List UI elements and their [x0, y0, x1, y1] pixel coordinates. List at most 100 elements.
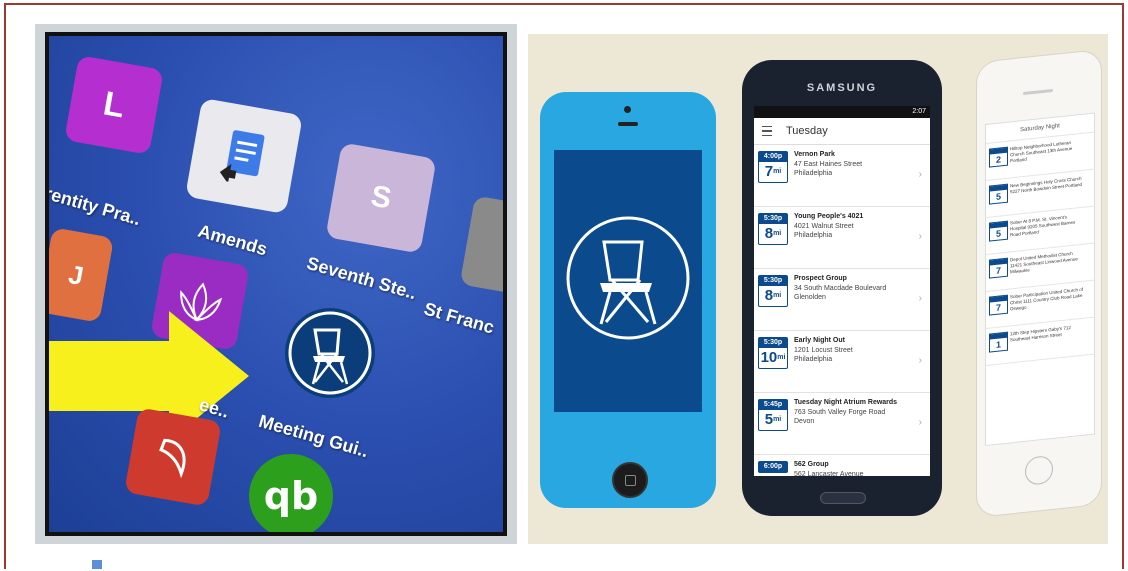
phones-photo: SAMSUNG 2:07 Tuesday 4:00p 7mi Vernon Park… — [528, 34, 1108, 544]
meeting-badge: 2 — [989, 146, 1008, 168]
distance-unit: mi — [777, 354, 786, 361]
document-icon — [219, 130, 265, 184]
meeting-distance: 7 — [995, 265, 1001, 276]
meeting-row[interactable]: 4:00p 7mi Vernon Park 47 East Haines Street… — [754, 145, 930, 207]
meeting-name: Young People's 4021 — [794, 213, 864, 220]
meeting-time: 5:30p — [759, 276, 787, 286]
photo-border: L rentity Pra.. Amends S Seventh Ste.. S… — [45, 32, 507, 536]
iphone-5c — [540, 92, 716, 508]
meeting-distance: 2 — [995, 154, 1001, 165]
tile-letter: S — [368, 179, 394, 216]
meeting-list-screen: 2:07 Tuesday 4:00p 7mi Vernon Park 47 East … — [754, 106, 930, 476]
meeting-city: Devon — [794, 418, 815, 425]
meeting-name: Tuesday Night Atrium Rewards — [794, 399, 898, 406]
meeting-address: 763 South Valley Forge Road — [794, 409, 886, 416]
meeting-details: Depot United Methodist Church 11421 Sout… — [1010, 250, 1078, 275]
distance-value: 5 — [764, 411, 774, 428]
home-button[interactable] — [1025, 454, 1053, 486]
chevron-right-icon: › — [918, 231, 922, 242]
distance-value: 8 — [764, 287, 774, 304]
meeting-address: 34 South Macdade Boulevard — [794, 285, 887, 292]
meeting-row[interactable]: 5:30p 10mi Early Night Out 1201 Locust Stre… — [754, 331, 930, 393]
app-tile-st-francis[interactable] — [459, 195, 503, 295]
app-tile-seventh-step[interactable]: S — [325, 142, 437, 254]
meeting-time: 4:00p — [759, 152, 787, 162]
meeting-badge: 7 — [989, 257, 1008, 279]
meeting-badge: 5 — [989, 183, 1008, 205]
meeting-details: 12th Step Hipsters Gaby's 712 Southeast … — [1010, 325, 1071, 343]
meeting-address: 4021 Walnut Street — [794, 223, 854, 230]
folding-chair-icon — [288, 311, 372, 395]
meeting-city: Philadelphia — [794, 356, 833, 363]
splash-screen — [554, 150, 702, 412]
meeting-distance: 8mi — [759, 224, 787, 244]
app-tile-amends[interactable] — [185, 97, 303, 215]
meeting-details: New Beginnings Holy Cross Church 5227 No… — [1010, 175, 1083, 195]
meeting-distance: 5mi — [759, 410, 787, 430]
quickbooks-text: qb — [263, 474, 319, 518]
meeting-badge: 5 — [989, 220, 1008, 242]
meeting-row[interactable]: 6:00p562 Group562 Lancaster Avenue› — [754, 455, 930, 476]
meeting-city: Philadelphia — [794, 170, 833, 177]
app-tile-j[interactable]: J — [49, 227, 114, 323]
meeting-row[interactable]: 5:45p 5mi Tuesday Night Atrium Rewards 763 … — [754, 393, 930, 455]
folding-chair-logo-icon — [566, 216, 690, 340]
chevron-right-icon: › — [918, 293, 922, 304]
meeting-badge: 5:45p 5mi — [758, 399, 788, 431]
meeting-badge: 5:30p 8mi — [758, 213, 788, 245]
distance-value: 7 — [764, 163, 774, 180]
distance-unit: mi — [773, 230, 782, 237]
chevron-right-icon: › — [918, 417, 922, 428]
meeting-badge: 1 — [989, 331, 1008, 353]
meeting-badge: 4:00p 7mi — [758, 151, 788, 183]
meeting-list: 2 Hilltop Neighborhood Lutheran Church So… — [986, 132, 1094, 366]
app-label-serenity: rentity Pra.. — [49, 182, 144, 230]
distance-value: 8 — [764, 225, 774, 242]
menu-icon[interactable] — [762, 126, 772, 136]
meeting-time: 6:00p — [759, 462, 787, 472]
meeting-list-screen: Saturday Night 2 Hilltop Neighborhood Lut… — [985, 112, 1095, 447]
quickbooks-icon[interactable]: qb — [249, 454, 333, 532]
meeting-row[interactable]: 5:30p 8mi Young People's 4021 4021 Walnut S… — [754, 207, 930, 269]
tile-letter: L — [100, 83, 128, 126]
meeting-distance: 5 — [995, 228, 1001, 239]
meeting-row[interactable]: 5:30p 8mi Prospect Group 34 South Macdade B… — [754, 269, 930, 331]
decorative-square — [92, 560, 102, 569]
chili-pepper-icon — [159, 438, 186, 479]
meeting-city: Philadelphia — [794, 232, 833, 239]
speaker — [618, 122, 638, 126]
meeting-badge: 5:30p 10mi — [758, 337, 788, 369]
app-label-meeting-guide: Meeting Gui.. — [256, 410, 371, 462]
status-bar: 2:07 — [754, 106, 930, 118]
meeting-name: Early Night Out — [794, 337, 845, 344]
meeting-city: Glenolden — [794, 294, 826, 301]
meeting-badge: 5:30p 8mi — [758, 275, 788, 307]
app-tile-l[interactable]: L — [64, 55, 164, 155]
home-screen: L rentity Pra.. Amends S Seventh Ste.. S… — [49, 36, 503, 532]
distance-unit: mi — [773, 292, 782, 299]
meeting-time: 5:30p — [759, 214, 787, 224]
app-icon-photo: L rentity Pra.. Amends S Seventh Ste.. S… — [35, 24, 517, 544]
meeting-distance: 7 — [995, 302, 1001, 313]
meeting-guide-app-icon[interactable] — [285, 308, 375, 398]
meeting-badge: 6:00p — [758, 461, 788, 473]
chevron-right-icon: › — [918, 355, 922, 366]
home-button[interactable] — [612, 462, 648, 498]
meeting-time: 5:45p — [759, 400, 787, 410]
app-bar: Tuesday — [754, 118, 930, 145]
status-time: 2:07 — [912, 108, 926, 115]
brand-label: SAMSUNG — [806, 82, 878, 94]
day-title: Tuesday — [786, 125, 828, 137]
meeting-distance: 8mi — [759, 286, 787, 306]
meeting-name: 562 Group — [794, 461, 829, 468]
meeting-name: Vernon Park — [794, 151, 835, 158]
camera — [624, 106, 631, 113]
meeting-address: 562 Lancaster Avenue — [794, 471, 864, 476]
meeting-name: Prospect Group — [794, 275, 847, 282]
meeting-badge: 7 — [989, 294, 1008, 316]
app-label-amends: Amends — [195, 220, 270, 260]
speaker — [1023, 88, 1053, 96]
samsung-phone: SAMSUNG 2:07 Tuesday 4:00p 7mi Vernon Park… — [742, 60, 942, 516]
home-button[interactable] — [820, 492, 866, 504]
chili-app-icon[interactable] — [124, 407, 222, 507]
